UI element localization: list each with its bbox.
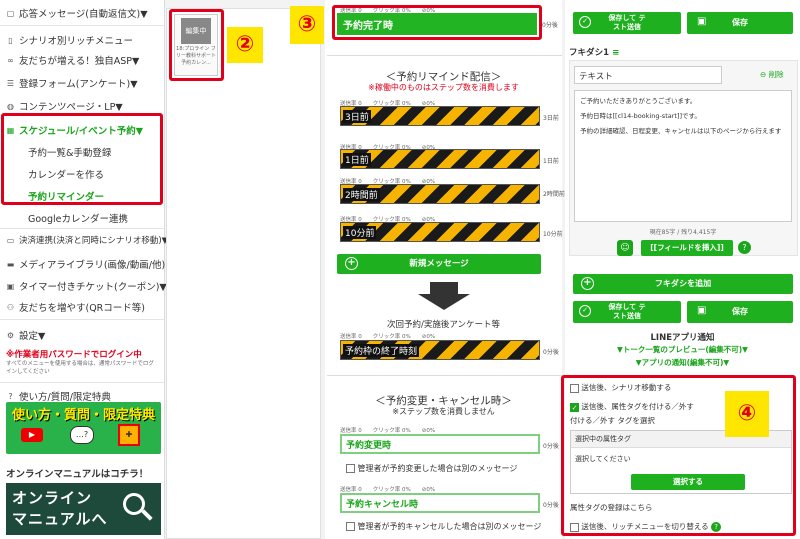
preview-app-notice[interactable]: ▼アプリの通知(編集不可)▼ bbox=[565, 357, 800, 368]
gear-icon: ⚙ bbox=[6, 330, 15, 340]
reminder-card-3days[interactable]: 3日前 bbox=[340, 106, 540, 126]
manual-heading: オンラインマニュアルはコチラ！ bbox=[6, 469, 149, 480]
sidebar-item-asp[interactable]: ∞ 友だちが増える！独自ASP▼ bbox=[6, 53, 139, 68]
help-banner[interactable]: 使い方・質問・限定特典 ▶ …? ✚ bbox=[6, 402, 161, 454]
sidebar-item-friends[interactable]: ⚇ 友だちを増やす(QRコード等) bbox=[6, 300, 145, 315]
sidebar-item-content[interactable]: ◍ コンテンツページ・LP▼ bbox=[6, 99, 123, 114]
folder-icon: ▬ bbox=[6, 259, 15, 269]
gift-icon: ✚ bbox=[118, 424, 140, 446]
change-note: ※ステップ数を消費しません bbox=[392, 407, 495, 416]
help-icon[interactable]: ? bbox=[738, 241, 751, 254]
chat-icon: ▢ bbox=[6, 8, 15, 18]
smile-icon: ☺ bbox=[620, 243, 630, 253]
sidebar-item-auto-reply[interactable]: ▢ 応答メッセージ(自動返信文)▼ bbox=[6, 6, 148, 21]
plus-circle-icon: + bbox=[345, 257, 358, 270]
reminder-card-2hours[interactable]: 2時間前 bbox=[340, 184, 540, 204]
annotation-3: ③ bbox=[290, 6, 324, 44]
password-warning: ※作業者用パスワードでログイン中 bbox=[6, 350, 142, 360]
check-circle-icon: ✓ bbox=[579, 16, 591, 28]
help-circle-icon: ? bbox=[8, 391, 13, 401]
manual-banner[interactable]: オンライン マニュアルへ bbox=[6, 483, 161, 535]
down-arrow-icon bbox=[430, 282, 458, 294]
question-bubble-icon: …? bbox=[70, 426, 94, 444]
after-end-card[interactable]: 予約枠の終了時刻 bbox=[340, 340, 540, 360]
phone-icon: ▯ bbox=[8, 35, 13, 45]
list-icon: ☰ bbox=[6, 78, 15, 88]
delete-button[interactable]: ⊖ 削除 bbox=[760, 69, 784, 80]
sidebar-item-form[interactable]: ☰ 登録フォーム(アンケート)▼ bbox=[6, 76, 138, 91]
reminder-card-10min[interactable]: 10分前 bbox=[340, 222, 540, 242]
link-icon: ∞ bbox=[7, 55, 14, 65]
sidebar-item-ticket[interactable]: ▣ タイマー付きチケット(クーポン)▼ bbox=[6, 279, 167, 294]
sidebar: ▢ 応答メッセージ(自動返信文)▼ ▯ シナリオ別リッチメニュー ∞ 友だちが増える！… bbox=[0, 0, 168, 539]
emoji-button[interactable]: ☺ bbox=[617, 240, 633, 256]
globe-icon: ◍ bbox=[7, 101, 14, 111]
sidebar-item-media[interactable]: ▬ メディアライブラリ(画像/動画/他) bbox=[6, 257, 165, 272]
save-test-button-top[interactable]: ✓ 保存して テスト送信 bbox=[573, 12, 681, 34]
cancel-admin-checkbox[interactable] bbox=[346, 522, 355, 531]
fukidashi-label: フキダシ1 ≡ bbox=[569, 48, 620, 58]
annotation-2: ② bbox=[227, 27, 263, 63]
annotation-4: ④ bbox=[725, 391, 769, 437]
scenario-list-panel bbox=[166, 8, 321, 539]
new-message-button[interactable]: + 新規メッセージ bbox=[337, 254, 541, 274]
save-test-button-bottom[interactable]: ✓ 保存して テスト送信 bbox=[573, 301, 681, 323]
plus-circle-icon: + bbox=[581, 277, 594, 290]
change-message-card[interactable]: 予約変更時 bbox=[340, 434, 540, 454]
add-fukidashi-button[interactable]: + フキダシを追加 bbox=[573, 274, 793, 294]
change-admin-checkbox[interactable] bbox=[346, 464, 355, 473]
trash-icon: ⊖ bbox=[760, 70, 767, 79]
youtube-icon: ▶ bbox=[21, 428, 43, 442]
cancel-message-card[interactable]: 予約キャンセル時 bbox=[340, 493, 540, 513]
password-warning-sub: すべてのメニューを使用する場合は、通常パスワードでログインしてください bbox=[6, 361, 154, 375]
card-icon: ▭ bbox=[6, 235, 15, 245]
check-circle-icon: ✓ bbox=[579, 305, 591, 317]
preview-talk-list[interactable]: ▼トーク一覧のプレビュー(編集不可)▼ bbox=[565, 344, 800, 355]
save-button-top[interactable]: ▣ 保存 bbox=[687, 12, 793, 34]
change-admin-option[interactable]: 管理者が予約変更した場合は別のメッセージ bbox=[346, 463, 517, 474]
sidebar-item-help[interactable]: ? 使い方/質問/限定特典 bbox=[6, 389, 111, 404]
save-icon: ▣ bbox=[697, 305, 707, 316]
reminder-card-1day[interactable]: 1日前 bbox=[340, 149, 540, 169]
drag-handle-icon: ≡ bbox=[612, 48, 620, 58]
sidebar-item-payment[interactable]: ▭ 決済連携(決済と同時にシナリオ移動)▼ bbox=[6, 234, 168, 247]
next-booking-label: 次回予約/実施後アンケート等 bbox=[386, 320, 501, 330]
remind-note: ※稼働中のものはステップ数を消費します bbox=[368, 83, 519, 92]
highlight-box-2 bbox=[169, 9, 224, 81]
ticket-icon: ▣ bbox=[6, 281, 15, 291]
highlight-box-3 bbox=[332, 5, 542, 40]
cancel-admin-option[interactable]: 管理者が予約キャンセルした場合は別のメッセージ bbox=[346, 521, 541, 532]
type-select[interactable]: テキスト bbox=[574, 66, 722, 84]
insert-field-button[interactable]: [[フィールドを挿入]] bbox=[641, 240, 733, 256]
line-notice-heading: LINEアプリ通知 bbox=[650, 333, 715, 343]
char-counter: 現在85字 / 残り4,415字 bbox=[649, 229, 717, 236]
highlight-box-1 bbox=[1, 113, 163, 205]
save-button-bottom[interactable]: ▣ 保存 bbox=[687, 301, 793, 323]
user-add-icon: ⚇ bbox=[6, 302, 15, 312]
save-icon: ▣ bbox=[697, 16, 707, 27]
sidebar-item-settings[interactable]: ⚙ 設定▼ bbox=[6, 328, 45, 343]
sidebar-google-calendar[interactable]: Googleカレンダー連携 bbox=[28, 211, 128, 225]
message-textarea[interactable]: ご予約いただきありがとうございます。 予約日時は[[cl14-booking-s… bbox=[574, 90, 792, 222]
sidebar-item-rich-menu[interactable]: ▯ シナリオ別リッチメニュー bbox=[6, 33, 133, 48]
